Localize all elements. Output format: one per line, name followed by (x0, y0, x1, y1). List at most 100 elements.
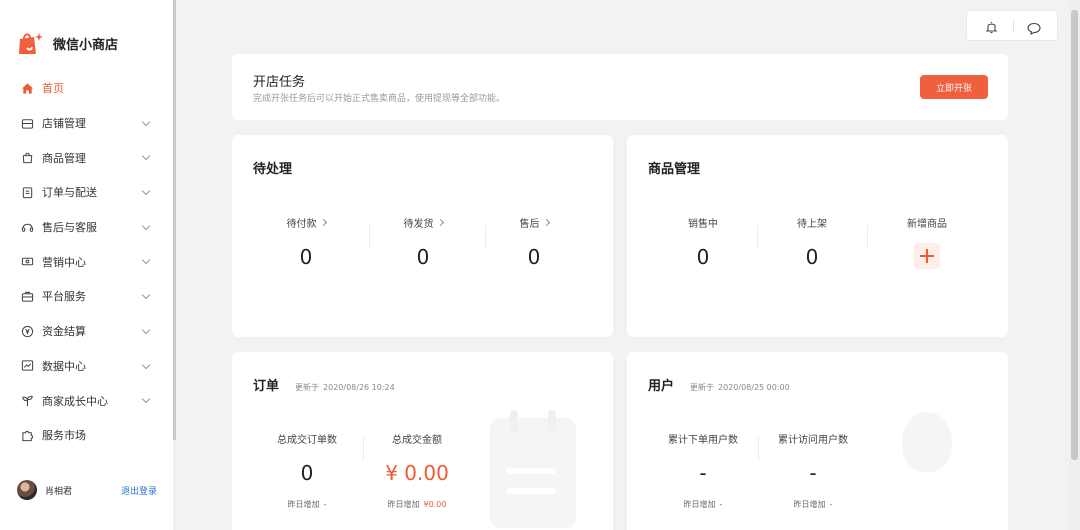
chevron-down-icon (141, 325, 151, 335)
stat-value: 0 (696, 245, 710, 269)
stat-after-sale[interactable]: 售后 0 (494, 212, 574, 269)
orders-updated: 更新于 2020/08/26 10:24 (291, 382, 395, 393)
sidebar-item-goods[interactable]: 商品管理 (0, 140, 173, 175)
stat-label: 总成交金额 (392, 435, 442, 446)
updated-prefix: 更新于 (690, 383, 715, 392)
divider (363, 437, 364, 461)
divider (485, 225, 486, 249)
divider (867, 225, 868, 249)
sub-value: - (829, 500, 833, 509)
yesterday-increase: 昨日增加 - (657, 499, 749, 510)
sidebar-item-label: 订单与配送 (42, 186, 97, 200)
divider (758, 437, 759, 461)
yesterday-increase: 昨日增加 - (262, 499, 352, 510)
orders-title: 订单 (253, 379, 280, 394)
message-icon[interactable] (1027, 20, 1041, 39)
logout-link[interactable]: 退出登录 (121, 484, 157, 497)
stat-value: 0 (527, 245, 541, 269)
sidebar-nav: 首页 店铺管理 商品管理 订单与配送 售后与客服 营销中心 平台服务 资金结算 … (0, 71, 173, 453)
divider (369, 225, 370, 249)
stat-value: - (699, 461, 707, 485)
divider (757, 225, 758, 249)
pending-card: 待处理 待付款 0 待发货 0 售后 0 (232, 135, 613, 337)
sub-value: - (323, 500, 327, 509)
stat-total-orders: 总成交订单数 0 昨日增加 - (262, 428, 352, 510)
sidebar-item-aftersale[interactable]: 售后与客服 (0, 210, 173, 245)
sidebar-item-store[interactable]: 店铺管理 (0, 106, 173, 141)
sidebar-item-label: 商家成长中心 (42, 394, 108, 408)
stat-pending-payment[interactable]: 待付款 0 (266, 212, 346, 269)
sidebar-item-platform[interactable]: 平台服务 (0, 279, 173, 314)
shop-bag-logo-icon (17, 30, 43, 56)
stat-value: 0 (805, 245, 819, 269)
task-title: 开店任务 (253, 75, 306, 90)
header-actions (966, 10, 1058, 41)
user-name: 肖相君 (45, 486, 73, 497)
updated-prefix: 更新于 (295, 383, 320, 392)
stat-value: 0 (416, 245, 430, 269)
app-logo[interactable]: 微信小商店 (17, 30, 118, 56)
chevron-right-icon (436, 218, 444, 227)
sidebar: 微信小商店 首页 店铺管理 商品管理 订单与配送 售后与客服 营销中心 平台服务… (0, 0, 173, 530)
orders-card: 订单 更新于 2020/08/26 10:24 总成交订单数 0 昨日增加 - 总成… (232, 352, 613, 530)
user-watermark-icon (902, 412, 952, 472)
chevron-right-icon (542, 218, 550, 227)
sidebar-item-label: 店铺管理 (42, 117, 86, 131)
divider (1013, 20, 1014, 33)
users-card: 用户 更新于 2020/08/25 00:00 累计下单用户数 - 昨日增加 - 累… (627, 352, 1008, 530)
app-name: 微信小商店 (53, 37, 119, 53)
users-title: 用户 (648, 379, 675, 394)
goods-management-card: 商品管理 销售中 0 待上架 0 新增商品 (627, 135, 1008, 337)
add-goods: 新增商品 (887, 212, 967, 269)
yesterday-increase: 昨日增加 - (767, 499, 859, 510)
sidebar-item-label: 资金结算 (42, 325, 86, 339)
sidebar-item-growth[interactable]: 商家成长中心 (0, 383, 173, 418)
sidebar-item-label: 服务市场 (42, 429, 86, 443)
sidebar-item-home[interactable]: 首页 (0, 71, 173, 106)
open-shop-task-card: 开店任务 完成开张任务后可以开始正式售卖商品，使用提现等全部功能。 立即开张 (232, 54, 1008, 120)
stat-label: 新增商品 (907, 219, 947, 230)
stat-label: 总成交订单数 (277, 435, 337, 446)
bell-icon[interactable] (985, 19, 998, 38)
headset-icon (20, 220, 34, 234)
sidebar-item-data[interactable]: 数据中心 (0, 349, 173, 384)
task-subtitle: 完成开张任务后可以开始正式售卖商品，使用提现等全部功能。 (253, 94, 506, 104)
open-shop-button[interactable]: 立即开张 (920, 75, 988, 99)
chevron-down-icon (141, 117, 151, 126)
puzzle-icon (20, 428, 34, 442)
chevron-down-icon (141, 221, 151, 230)
stat-label: 售后 (519, 219, 540, 230)
add-goods-button[interactable] (914, 243, 940, 269)
sidebar-item-label: 售后与客服 (42, 221, 97, 235)
stat-on-sale[interactable]: 销售中 0 (663, 212, 743, 269)
scrollbar-thumb[interactable] (1071, 10, 1078, 460)
chevron-down-icon (141, 186, 151, 196)
store-icon (20, 116, 34, 130)
updated-time: 2020/08/25 00:00 (718, 383, 790, 392)
home-icon (20, 81, 34, 95)
stat-visit-users: 累计访问用户数 - 昨日增加 - (767, 428, 859, 510)
stat-label: 累计下单用户数 (668, 435, 738, 446)
sub-value: ¥0.00 (423, 500, 447, 509)
avatar[interactable] (17, 480, 37, 500)
sprout-icon (20, 394, 34, 408)
chevron-down-icon (141, 290, 151, 300)
ticket-icon (20, 255, 34, 269)
sidebar-item-funds[interactable]: 资金结算 (0, 314, 173, 349)
yuan-icon (20, 324, 34, 338)
yesterday-increase: 昨日增加 ¥0.00 (372, 499, 462, 510)
users-header: 用户 更新于 2020/08/25 00:00 (648, 375, 790, 394)
stat-to-shelf[interactable]: 待上架 0 (772, 212, 852, 269)
stat-order-users: 累计下单用户数 - 昨日增加 - (657, 428, 749, 510)
sub-label: 昨日增加 (387, 500, 420, 509)
sidebar-scrollbar[interactable] (173, 0, 176, 440)
chevron-down-icon (141, 256, 151, 265)
stat-pending-shipment[interactable]: 待发货 0 (383, 212, 463, 269)
sidebar-item-market[interactable]: 服务市场 (0, 418, 173, 453)
users-updated: 更新于 2020/08/25 00:00 (686, 382, 790, 393)
sidebar-item-marketing[interactable]: 营销中心 (0, 244, 173, 279)
sidebar-item-orders[interactable]: 订单与配送 (0, 175, 173, 210)
stat-value: 0 (299, 245, 313, 269)
pending-title: 待处理 (253, 162, 293, 177)
page-scrollbar[interactable] (1069, 0, 1080, 530)
